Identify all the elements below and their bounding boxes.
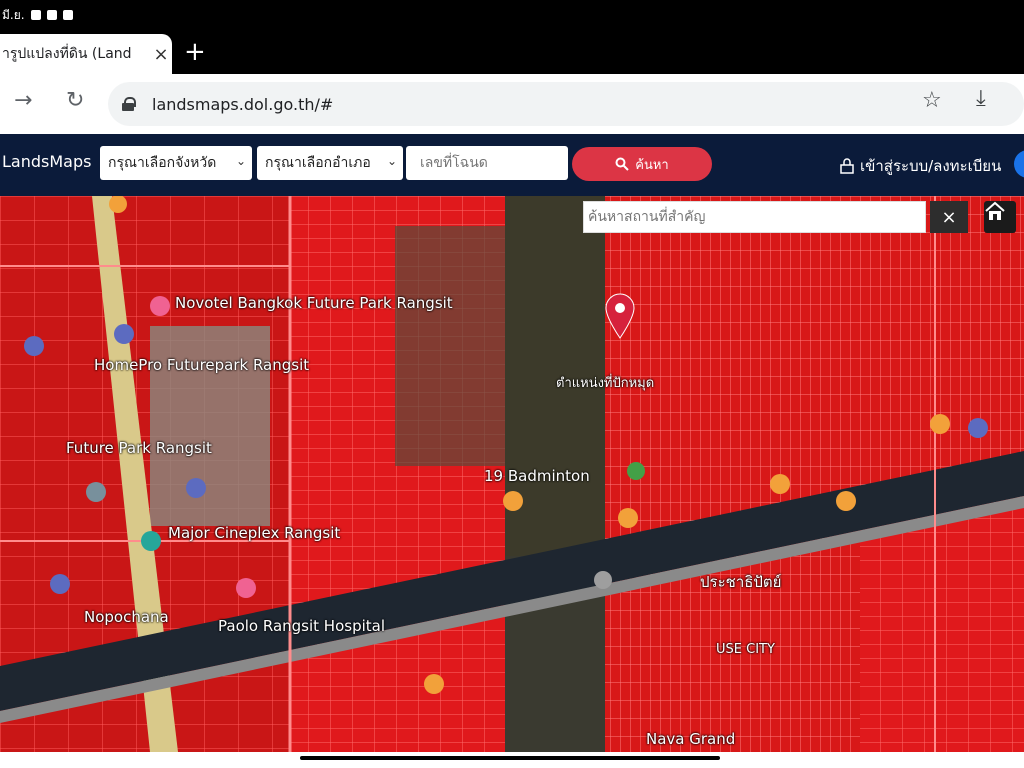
map-canvas[interactable]: Novotel Bangkok Future Park Rangsit Home… [0,196,1024,752]
map-label: HomePro Futurepark Rangsit [94,356,310,374]
new-tab-button[interactable]: + [184,38,206,66]
chevron-down-icon: ⌄ [386,154,397,168]
star-icon[interactable]: ☆ [922,88,942,113]
status-text: มี.ย. [2,7,25,22]
place-search-input[interactable] [583,201,926,233]
reload-icon[interactable]: ↻ [66,88,84,113]
map-label: Nopochana [84,608,169,626]
download-icon[interactable]: ⤓ [976,86,986,111]
province-select-value: กรุณาเลือกจังหวัด [108,155,217,171]
login-link[interactable]: เข้าสู่ระบบ/ลงทะเบียน [840,154,1001,178]
address-bar-row: → ↻ landsmaps.dol.go.th/# ☆ ⤓ [0,74,1024,134]
tab-strip: ารูปแปลงที่ดิน (Land × + [0,30,1024,74]
home-icon [985,201,1005,220]
user-lock-icon [840,158,854,174]
map-label: Major Cineplex Rangsit [168,524,341,542]
chevron-down-icon: ⌄ [235,154,246,168]
mail-icon [62,10,73,20]
url-text: landsmaps.dol.go.th/# [152,94,334,114]
status-bar: มี.ย. [0,0,1024,30]
map-label: Novotel Bangkok Future Park Rangsit [175,294,453,312]
province-select[interactable]: กรุณาเลือกจังหวัด ⌄ [100,146,252,180]
map-label: Nava Grand [646,730,736,748]
map-label: ตำแหน่งที่ปักหมุด [556,376,655,391]
search-button-label: ค้นหา [635,157,669,173]
close-tab-icon[interactable]: × [150,44,172,65]
search-icon [615,157,629,171]
district-select-value: กรุณาเลือกอำเภอ [265,155,371,171]
map-label: Paolo Rangsit Hospital [218,617,385,635]
forward-icon[interactable]: → [14,88,32,113]
clear-search-button[interactable]: × [930,201,968,233]
bottom-bar [0,752,1024,768]
map-label: Future Park Rangsit [66,439,212,457]
brand-title[interactable]: LandsMaps [2,152,91,171]
deed-number-input[interactable] [406,146,568,180]
avatar[interactable] [1014,150,1024,178]
scroll-handle[interactable] [300,756,720,760]
map-label: USE CITY [716,642,775,657]
map-label: 19 Badminton [484,467,590,485]
map-label: ประชาธิปัตย์ [700,573,782,591]
search-button[interactable]: ค้นหา [572,147,712,181]
gallery-icon [46,10,57,20]
url-bar[interactable]: landsmaps.dol.go.th/# [108,82,1024,126]
lock-icon [122,97,136,111]
screen: มี.ย. ารูปแปลงที่ดิน (Land × + → ↻ lands… [0,0,1024,768]
home-button[interactable] [984,201,1016,233]
tab-title: ารูปแปลงที่ดิน (Land [2,46,132,62]
district-select[interactable]: กรุณาเลือกอำเภอ ⌄ [257,146,403,180]
landsmaps-navbar: LandsMaps กรุณาเลือกจังหวัด ⌄ กรุณาเลือก… [0,134,1024,196]
browser-tab[interactable]: ารูปแปลงที่ดิน (Land × [0,34,172,74]
facebook-icon [30,10,41,20]
login-label: เข้าสู่ระบบ/ลงทะเบียน [860,157,1002,175]
